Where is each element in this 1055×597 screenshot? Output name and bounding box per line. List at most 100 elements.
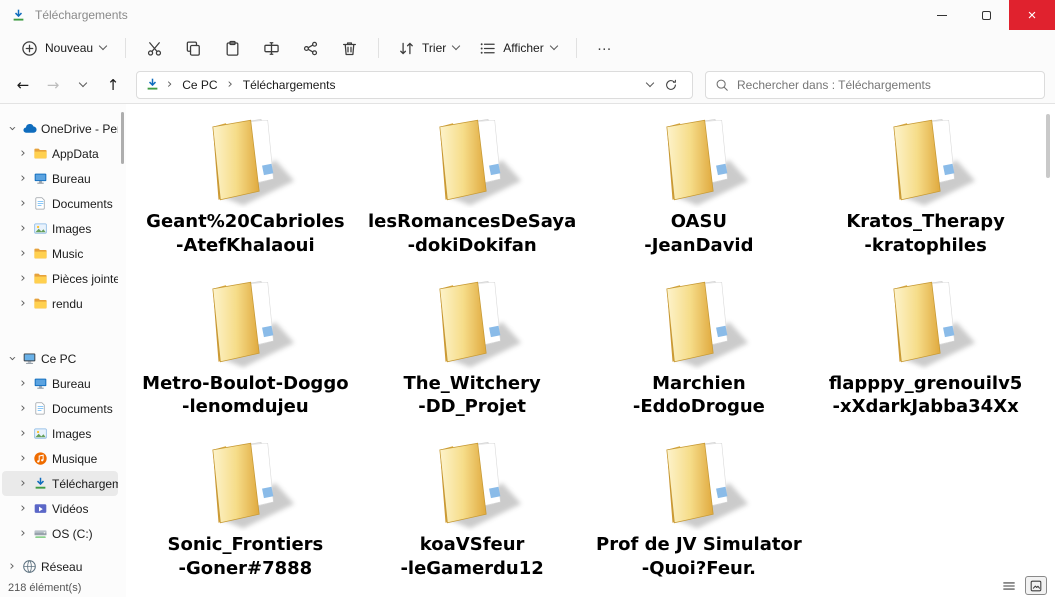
sidebar-item-documents[interactable]: › Documents [2,396,118,421]
sidebar-item-ce-pc[interactable]: › Ce PC [2,346,118,371]
folder-name-line1: OASU [670,211,728,232]
folder-item[interactable]: OASU -JeanDavid [586,112,813,258]
chevron-icon[interactable]: › [6,559,18,574]
view-button[interactable]: Afficher [470,35,565,62]
cut-icon [146,40,163,57]
sidebar-item-images[interactable]: › Images [2,421,118,446]
sidebar-item-t-l-chargements[interactable]: › Téléchargements [2,471,118,496]
sidebar-item-label: rendu [52,296,83,311]
folder-item[interactable]: flapppy_grenouilv5 -xXdarkJabba34Xx [812,274,1039,420]
chevron-icon[interactable]: › [17,501,29,516]
chevron-icon[interactable]: › [17,526,29,541]
copy-button[interactable] [175,35,212,62]
delete-icon [341,40,358,57]
download-icon [33,476,48,491]
folder-item[interactable]: Prof de JV Simulator -Quoi?Feur. [586,435,813,581]
refresh-button[interactable] [658,72,684,98]
chevron-icon[interactable]: › [17,246,29,261]
sidebar-item-musique[interactable]: › Musique [2,446,118,471]
new-button[interactable]: Nouveau [12,35,115,62]
folder-name-line2: -xXdarkJabba34Xx [832,396,1019,418]
chevron-icon[interactable]: › [5,123,20,135]
chevron-icon[interactable]: › [17,376,29,391]
sidebar-item-label: Téléchargements [52,476,118,491]
sidebar-item-pi-ces-jointes[interactable]: › Pièces jointes [2,266,118,291]
sidebar-item-appdata[interactable]: › AppData [2,141,118,166]
chevron-icon[interactable]: › [17,426,29,441]
folder-name: Geant%20Cabrioles -AtefKhalaoui [146,210,344,258]
delete-button[interactable] [331,35,368,62]
folder-item[interactable]: Metro-Boulot-Doggo -lenomdujeu [132,274,359,420]
document-icon [33,401,48,416]
sidebar-item-images[interactable]: › Images [2,216,118,241]
up-button[interactable]: ↑ [100,72,126,98]
sidebar-item-bureau[interactable]: › Bureau [2,371,118,396]
sidebar-scrollbar-thumb[interactable] [121,112,124,164]
sort-button[interactable]: Trier [389,35,468,62]
chevron-icon[interactable]: › [17,271,29,286]
chevron-down-icon [549,41,558,51]
chevron-icon[interactable]: › [17,171,29,186]
breadcrumb-root[interactable]: Ce PC [179,76,220,94]
chevron-icon[interactable]: › [17,146,29,161]
chevron-icon[interactable]: › [17,196,29,211]
sidebar-scrollbar[interactable] [119,108,126,593]
minimize-button[interactable] [919,0,964,30]
search-input[interactable] [737,77,1035,92]
sidebar-item-onedrive-perso[interactable]: › OneDrive - Perso [2,116,119,141]
sidebar-item-label: Bureau [52,171,91,186]
cloud-icon [22,121,37,136]
chevron-icon[interactable]: › [17,476,29,491]
large-view-button[interactable] [1025,576,1047,595]
content-scrollbar-thumb[interactable] [1046,114,1050,178]
address-dropdown-icon[interactable] [645,78,655,87]
sidebar-item-vid-os[interactable]: › Vidéos [2,496,118,521]
sidebar-item-os-c[interactable]: › OS (C:) [2,521,118,546]
folder-item[interactable]: Kratos_Therapy -kratophiles [812,112,1039,258]
folder-item[interactable]: Marchien -EddoDrogue [586,274,813,420]
folder-item[interactable]: The_Witchery -DD_Projet [359,274,586,420]
recent-locations-button[interactable] [70,72,96,98]
folder-item[interactable]: lesRomancesDeSaya -dokiDokifan [359,112,586,258]
sidebar-item-rendu[interactable]: › rendu [2,291,118,316]
chevron-icon[interactable]: › [17,221,29,236]
folder-item[interactable]: Sonic_Frontiers -Goner#7888 [132,435,359,581]
folder-name-line1: flapppy_grenouilv5 [828,372,1023,394]
listview-icon [1002,579,1016,593]
folder-item[interactable]: koaVSfeur -leGamerdu12 [359,435,586,581]
document-icon [33,196,48,211]
folder-icon [873,274,979,370]
chevron-icon[interactable]: › [17,451,29,466]
address-bar[interactable]: › Ce PC › Téléchargements [136,70,693,99]
sidebar-item-music[interactable]: › Music [2,241,118,266]
sidebar-item-bureau[interactable]: › Bureau [2,166,118,191]
pc-icon [22,351,37,366]
more-button[interactable]: … [587,35,623,62]
maximize-button[interactable] [964,0,1009,30]
paste-button[interactable] [214,35,251,62]
share-button[interactable] [292,35,329,62]
content-scrollbar[interactable] [1044,110,1052,591]
cut-button[interactable] [136,35,173,62]
folder-name: OASU -JeanDavid [644,210,753,258]
folder-name: Metro-Boulot-Doggo -lenomdujeu [142,372,348,420]
forward-button[interactable]: → [40,72,66,98]
chevron-icon[interactable]: › [17,401,29,416]
chevron-icon[interactable]: › [5,353,20,365]
folder-icon [419,435,525,531]
new-button-label: Nouveau [45,41,94,55]
back-button[interactable]: ← [10,72,36,98]
desktop-icon [33,376,48,391]
chevron-icon[interactable]: › [17,296,29,311]
sidebar-item-label: Pièces jointes [52,271,118,286]
rename-button[interactable] [253,35,290,62]
close-button[interactable]: × [1009,0,1055,30]
folder-icon [33,296,48,311]
list-view-button[interactable] [998,576,1020,595]
search-box[interactable] [705,70,1045,99]
sidebar-item-documents[interactable]: › Documents [2,191,118,216]
breadcrumb-current[interactable]: Téléchargements [240,76,339,94]
folder-item[interactable]: Geant%20Cabrioles -AtefKhalaoui [132,112,359,258]
sidebar-item-r-seau[interactable]: › Réseau [2,554,118,579]
sidebar-item-label: Bureau [52,376,91,391]
